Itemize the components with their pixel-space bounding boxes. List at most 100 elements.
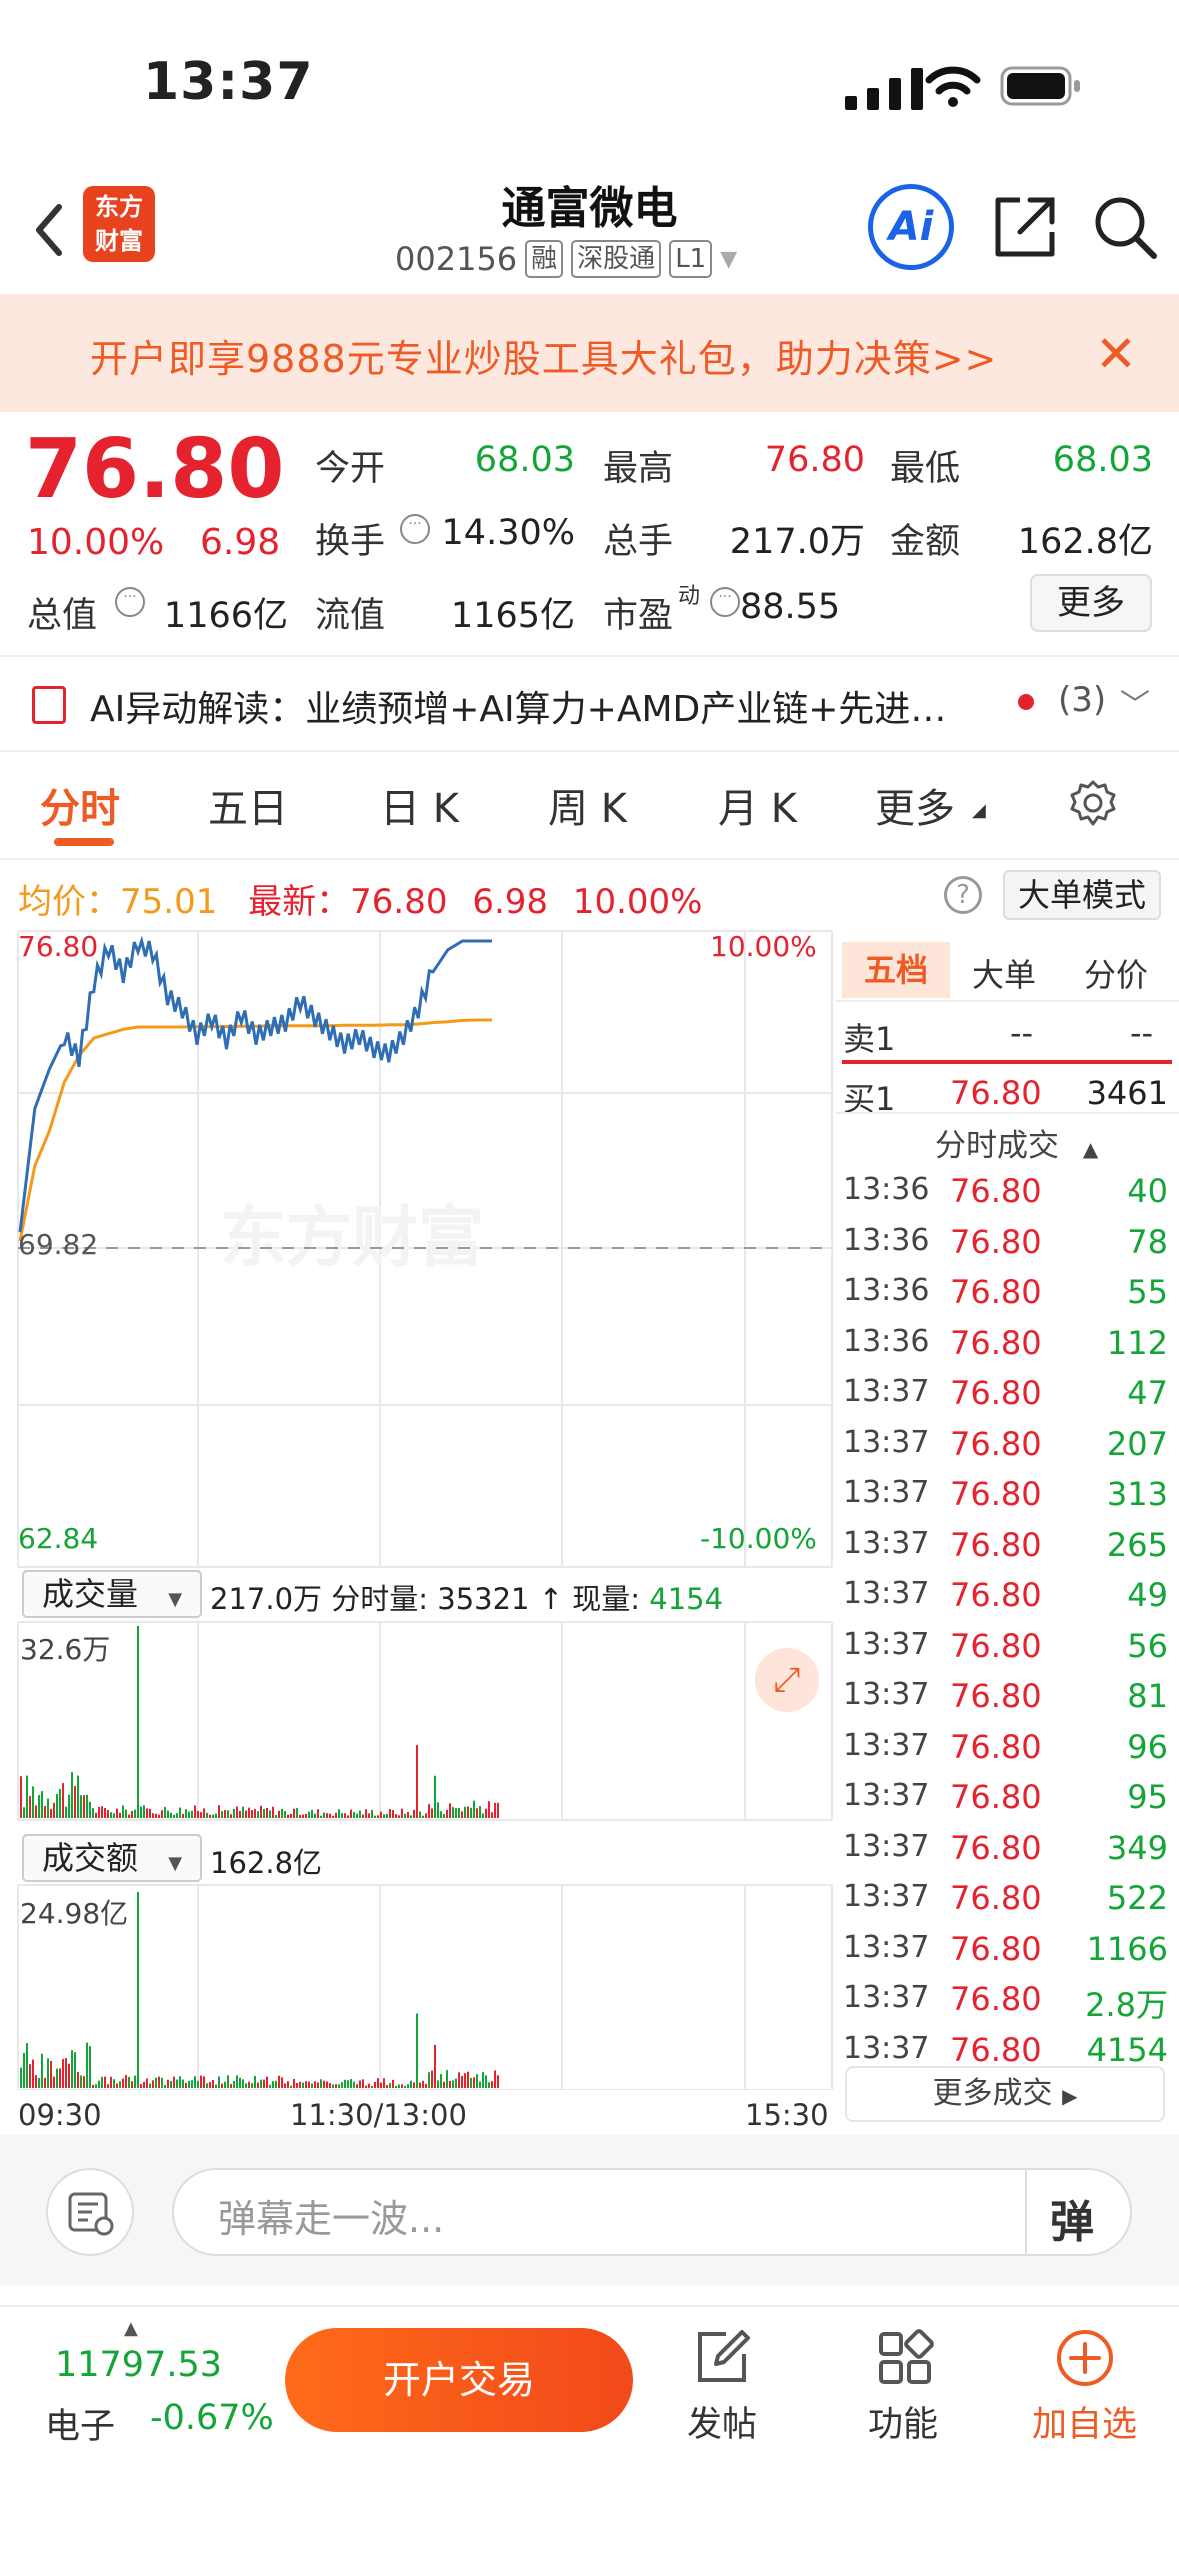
- volume-bar: [212, 1814, 214, 1818]
- volume-bar: [416, 2013, 418, 2088]
- comment-placeholder[interactable]: 弹幕走一波...: [218, 2188, 444, 2243]
- trade-time: 13:37: [843, 1374, 930, 1409]
- add-watchlist-icon[interactable]: [1055, 2328, 1115, 2388]
- volume-bar: [266, 1807, 268, 1818]
- volume-bar: [197, 2080, 199, 2088]
- volume-bar: [254, 1809, 256, 1818]
- volume-bar: [494, 1802, 496, 1818]
- more-quote-button[interactable]: 更多: [1030, 574, 1152, 632]
- x-axis-close: 15:30: [745, 2098, 829, 2132]
- volume-bar: [332, 2084, 334, 2088]
- volume-bar: [323, 2080, 325, 2088]
- chevron-down-icon[interactable]: ﹀: [1120, 680, 1150, 724]
- expand-icon[interactable]: ⤢: [755, 1648, 819, 1712]
- volume-bar: [32, 2059, 34, 2088]
- promo-banner-text[interactable]: 开户即享9888元专业炒股工具大礼包，助力决策>>: [90, 328, 997, 383]
- tab-big-orders[interactable]: 大单: [972, 950, 1036, 996]
- volume-bar: [206, 2083, 208, 2088]
- more-trades-button[interactable]: 更多成交 ▶: [845, 2066, 1165, 2122]
- trade-time: 13:37: [843, 1424, 930, 1460]
- volume-bar: [47, 1798, 49, 1818]
- volume-bar: [416, 1745, 418, 1818]
- market-cap-value: 1166亿: [163, 596, 288, 636]
- volume-bar: [158, 1814, 160, 1818]
- volume-bar: [380, 2082, 382, 2088]
- open-account-trade-button[interactable]: 开户交易: [285, 2328, 633, 2432]
- trade-price: 76.80: [950, 2030, 1042, 2069]
- info-icon[interactable]: ···: [400, 514, 430, 544]
- volume-bar: [428, 2072, 430, 2088]
- volume-bar: [290, 1813, 292, 1818]
- tab-more[interactable]: 更多: [875, 776, 955, 834]
- change-percent: 10.00%: [27, 522, 165, 563]
- share-icon[interactable]: [990, 192, 1060, 262]
- help-icon[interactable]: ?: [944, 876, 982, 914]
- volume-selector[interactable]: 成交量 ▼: [22, 1570, 202, 1618]
- volume-selector-label: 成交量: [42, 1575, 139, 1613]
- tab-monthly-k[interactable]: 月 K: [718, 776, 797, 834]
- volume-bar: [101, 2076, 103, 2088]
- index-change[interactable]: -0.67%: [150, 2398, 274, 2438]
- volume-bar: [224, 2081, 226, 2088]
- clock: 13:37: [143, 52, 314, 112]
- volume-bar: [86, 1794, 88, 1818]
- tab-five-level[interactable]: 五档: [842, 942, 950, 998]
- volume-bar: [449, 1803, 451, 1818]
- functions-label[interactable]: 功能: [868, 2396, 938, 2447]
- volume-bar: [179, 2076, 181, 2088]
- trade-price: 76.80: [950, 1475, 1042, 1513]
- amount-selector[interactable]: 成交额 ▼: [22, 1834, 202, 1882]
- volume-bar: [497, 2075, 499, 2088]
- volume-bar: [455, 2078, 457, 2088]
- ai-analysis-text[interactable]: AI异动解读：业绩预增+AI算力+AMD产业链+先进…: [90, 680, 946, 732]
- volume-bar: [287, 1814, 289, 1818]
- search-icon[interactable]: [1090, 192, 1160, 262]
- index-name[interactable]: 电子: [45, 2398, 115, 2449]
- index-value[interactable]: 11797.53: [55, 2345, 222, 2385]
- volume-bar: [230, 2084, 232, 2088]
- battery-icon: [1000, 66, 1080, 106]
- volume-bar: [62, 1783, 64, 1818]
- expand-up-icon[interactable]: ▲: [124, 2318, 138, 2339]
- volume-bar: [359, 1810, 361, 1818]
- tab-five-day[interactable]: 五日: [208, 776, 288, 834]
- intraday-info-row: 均价：75.01 最新：76.80 6.98 10.00%: [18, 874, 702, 923]
- trade-time: 13:37: [843, 1525, 930, 1561]
- danmu-toggle-button[interactable]: 弹: [1050, 2186, 1094, 2250]
- volume-bar: [389, 1809, 391, 1818]
- add-watchlist-label[interactable]: 加自选: [1032, 2396, 1137, 2447]
- volume-bar: [248, 1807, 250, 1818]
- trades-title[interactable]: 分时成交 ▲: [935, 1120, 1098, 1165]
- tab-intraday[interactable]: 分时: [40, 776, 120, 834]
- tab-price-dist[interactable]: 分价: [1084, 950, 1148, 996]
- volume-bar: [398, 2084, 400, 2088]
- volume-bar: [335, 2084, 337, 2088]
- trade-volume: 265: [1106, 1525, 1168, 1564]
- volume-bar: [200, 1812, 202, 1818]
- volume-bar: [341, 2082, 343, 2088]
- tab-weekly-k[interactable]: 周 K: [548, 776, 627, 834]
- close-icon[interactable]: ✕: [1095, 325, 1137, 383]
- volume-bar: [251, 2083, 253, 2088]
- volume-bar: [113, 2079, 115, 2088]
- volume-bar: [38, 2077, 40, 2088]
- post-label[interactable]: 发帖: [687, 2396, 757, 2447]
- stock-code-row[interactable]: 002156 融 深股通 L1 ▼: [395, 240, 737, 278]
- volume-bar: [23, 1807, 25, 1818]
- settings-gear-icon[interactable]: [1068, 778, 1118, 828]
- big-order-mode-button[interactable]: 大单模式: [1003, 870, 1161, 920]
- volume-bar: [83, 2076, 85, 2088]
- ai-assistant-icon[interactable]: Ai: [868, 184, 954, 270]
- volume-bar: [308, 1811, 310, 1818]
- volume-bar: [491, 2081, 493, 2088]
- volume-bar: [266, 2076, 268, 2088]
- tab-daily-k[interactable]: 日 K: [380, 776, 459, 834]
- volume-bar: [302, 2082, 304, 2088]
- comment-list-icon[interactable]: [46, 2168, 134, 2256]
- info-icon[interactable]: ···: [710, 587, 740, 617]
- volume-bar: [497, 1802, 499, 1818]
- low-label: 最低: [890, 449, 961, 489]
- signal-icon: [845, 68, 923, 110]
- post-icon[interactable]: [692, 2328, 752, 2388]
- functions-icon[interactable]: [875, 2328, 935, 2388]
